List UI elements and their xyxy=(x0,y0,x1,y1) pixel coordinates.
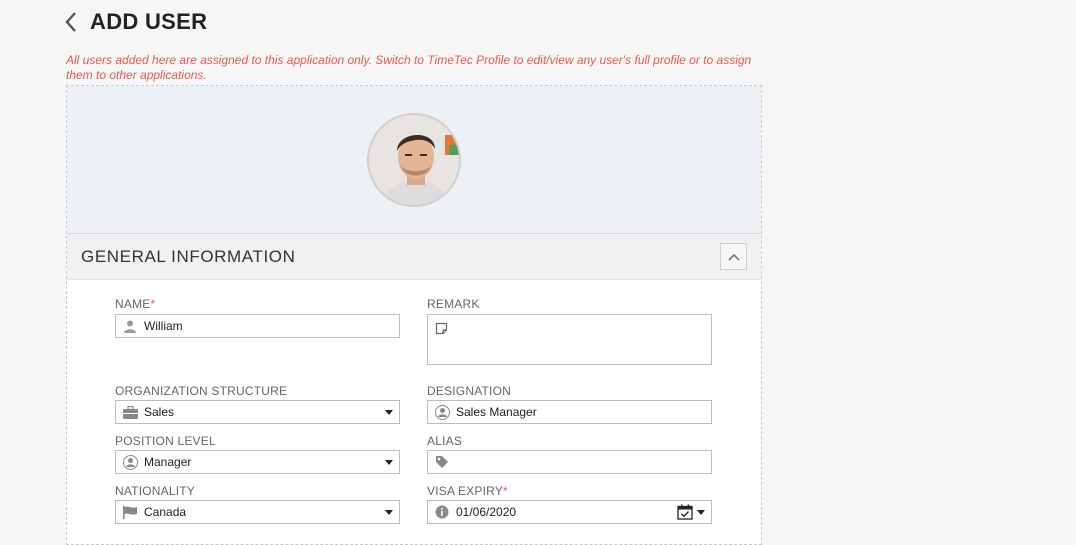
info-notice: All users added here are assigned to thi… xyxy=(66,53,752,82)
chevron-left-icon xyxy=(65,12,76,32)
alias-field[interactable] xyxy=(427,450,712,474)
briefcase-icon xyxy=(122,404,138,420)
nationality-value: Canada xyxy=(144,505,187,519)
position-level-value: Manager xyxy=(144,455,192,469)
avatar[interactable] xyxy=(367,113,461,207)
profile-photo xyxy=(369,115,459,205)
org-structure-select[interactable]: Sales xyxy=(115,400,400,424)
user-circle-icon xyxy=(122,454,138,470)
org-structure-value: Sales xyxy=(144,405,175,419)
visa-expiry-field[interactable]: 01/06/2020 xyxy=(427,500,712,524)
dropdown-caret-icon xyxy=(385,459,393,465)
dropdown-caret-icon[interactable] xyxy=(697,509,705,515)
user-circle-icon xyxy=(434,404,450,420)
nationality-label: NATIONALITY xyxy=(115,484,195,498)
remark-label: REMARK xyxy=(427,297,480,311)
nationality-select[interactable]: Canada xyxy=(115,500,400,524)
avatar-panel xyxy=(67,86,761,234)
designation-value: Sales Manager xyxy=(456,405,537,419)
note-icon xyxy=(435,322,448,340)
visa-expiry-label: VISA EXPIRY* xyxy=(427,484,508,498)
dropdown-caret-icon xyxy=(385,509,393,515)
person-icon xyxy=(122,318,138,334)
remark-textarea[interactable] xyxy=(427,314,712,365)
visa-expiry-value: 01/06/2020 xyxy=(456,505,517,519)
name-value: William xyxy=(144,319,183,333)
chevron-up-icon xyxy=(727,253,740,261)
flag-icon xyxy=(122,504,138,520)
position-level-label: POSITION LEVEL xyxy=(115,434,216,448)
calendar-icon[interactable] xyxy=(677,504,693,520)
designation-field[interactable]: Sales Manager xyxy=(427,400,712,424)
org-structure-label: ORGANIZATION STRUCTURE xyxy=(115,384,288,398)
back-button[interactable] xyxy=(64,8,82,36)
section-title: GENERAL INFORMATION xyxy=(81,246,296,266)
dropdown-caret-icon xyxy=(385,409,393,415)
tag-icon xyxy=(434,454,450,470)
user-form-card: GENERAL INFORMATION NAME* William REMARK… xyxy=(66,85,762,545)
page-header: ADD USER xyxy=(64,6,207,38)
alias-label: ALIAS xyxy=(427,434,463,448)
collapse-button[interactable] xyxy=(720,243,747,270)
info-icon xyxy=(434,504,450,520)
general-information-header[interactable]: GENERAL INFORMATION xyxy=(67,234,761,280)
name-label: NAME* xyxy=(115,297,156,311)
page-title: ADD USER xyxy=(90,9,208,34)
designation-label: DESIGNATION xyxy=(427,384,511,398)
position-level-select[interactable]: Manager xyxy=(115,450,400,474)
name-field[interactable]: William xyxy=(115,314,400,338)
